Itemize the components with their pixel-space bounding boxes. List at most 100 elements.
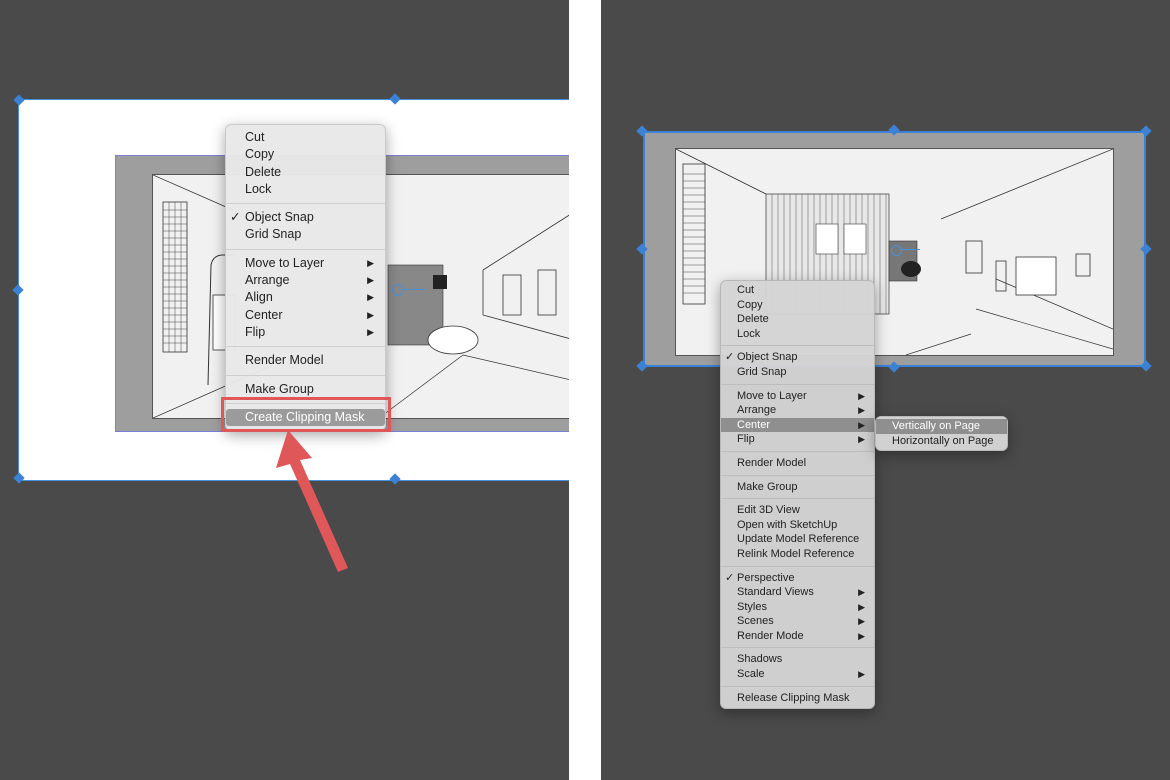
menu-separator <box>721 565 874 567</box>
menu-item-grid-snap[interactable]: Grid Snap <box>721 365 874 380</box>
menu-item-flip[interactable]: Flip ▶ <box>721 432 874 447</box>
menu-item-copy[interactable]: Copy <box>721 298 874 313</box>
menu-separator <box>226 346 385 348</box>
menu-item-scenes[interactable]: Scenes ▶ <box>721 614 874 629</box>
menu-item-render-model[interactable]: Render Model <box>721 456 874 471</box>
menu-item-edit-3d-view[interactable]: Edit 3D View <box>721 503 874 518</box>
menu-item-object-snap[interactable]: ✓ Object Snap <box>721 350 874 365</box>
panel-divider <box>569 0 601 780</box>
menu-item-flip[interactable]: Flip ▶ <box>226 324 385 341</box>
menu-item-label: Make Group <box>245 381 314 396</box>
menu-separator <box>226 248 385 250</box>
menu-item-horizontally-on-page[interactable]: Horizontally on Page <box>876 434 1007 449</box>
menu-item-label: Object Snap <box>245 210 314 225</box>
sketchup-model-viewport[interactable] <box>643 131 1146 367</box>
submenu-arrow-icon: ▶ <box>367 309 374 320</box>
model-anchor-line <box>900 249 920 250</box>
menu-separator <box>226 374 385 376</box>
submenu-arrow-icon: ▶ <box>858 616 865 627</box>
menu-item-label: Flip <box>737 433 755 446</box>
menu-item-label: Edit 3D View <box>737 504 800 517</box>
checkmark-icon: ✓ <box>230 210 241 225</box>
menu-item-center[interactable]: Center ▶ <box>721 417 874 433</box>
menu-item-label: Shadows <box>737 653 783 666</box>
menu-separator <box>721 474 874 476</box>
menu-item-cut[interactable]: Cut <box>226 129 385 146</box>
menu-separator <box>226 203 385 205</box>
menu-item-label: Relink Model Reference <box>737 547 855 560</box>
submenu-arrow-icon: ▶ <box>367 275 374 286</box>
menu-item-label: Align <box>245 290 273 305</box>
model-anchor-crosshair[interactable] <box>891 245 902 256</box>
menu-item-delete[interactable]: Delete <box>721 312 874 327</box>
submenu-arrow-icon: ▶ <box>367 257 374 268</box>
menu-item-arrange[interactable]: Arrange ▶ <box>721 403 874 418</box>
checkmark-icon: ✓ <box>725 571 735 584</box>
menu-item-standard-views[interactable]: Standard Views ▶ <box>721 585 874 600</box>
submenu-arrow-icon: ▶ <box>858 390 865 401</box>
menu-item-render-model[interactable]: Render Model <box>226 352 385 369</box>
selection-handle[interactable] <box>13 472 25 484</box>
menu-item-label: Move to Layer <box>737 389 807 402</box>
menu-item-update-model-reference[interactable]: Update Model Reference <box>721 532 874 547</box>
menu-item-cut[interactable]: Cut <box>721 283 874 298</box>
menu-item-label: Release Clipping Mask <box>737 691 850 704</box>
menu-item-move-to-layer[interactable]: Move to Layer ▶ <box>226 255 385 272</box>
menu-item-label: Render Model <box>737 456 807 469</box>
menu-item-open-with-sketchup[interactable]: Open with SketchUp <box>721 518 874 533</box>
left-screenshot-panel: Cut Copy Delete Lock ✓ Object Snap Grid Snap Mo… <box>0 0 569 780</box>
menu-item-label: Scenes <box>737 615 774 628</box>
menu-item-render-mode[interactable]: Render Mode ▶ <box>721 629 874 644</box>
menu-item-align[interactable]: Align ▶ <box>226 289 385 306</box>
menu-item-label: Object Snap <box>737 351 798 364</box>
menu-item-label: Flip <box>245 324 266 339</box>
menu-item-shadows[interactable]: Shadows <box>721 652 874 667</box>
menu-item-label: Copy <box>245 147 275 162</box>
selection-handle[interactable] <box>13 94 25 106</box>
submenu-arrow-icon: ▶ <box>858 434 865 445</box>
menu-item-copy[interactable]: Copy <box>226 146 385 163</box>
menu-item-lock[interactable]: Lock <box>721 327 874 342</box>
submenu-arrow-icon: ▶ <box>858 601 865 612</box>
context-menu: Cut Copy Delete Lock ✓ Object Snap Grid Snap Mo… <box>225 124 386 432</box>
model-anchor-crosshair[interactable] <box>392 284 404 296</box>
menu-item-label: Perspective <box>737 571 795 584</box>
menu-item-vertically-on-page[interactable]: Vertically on Page <box>876 419 1007 434</box>
menu-item-label: Lock <box>245 181 272 196</box>
menu-item-make-group[interactable]: Make Group <box>721 480 874 495</box>
menu-item-make-group[interactable]: Make Group <box>226 381 385 398</box>
menu-item-label: Vertically on Page <box>892 420 981 432</box>
menu-item-label: Standard Views <box>737 586 814 599</box>
selection-handle[interactable] <box>12 284 24 296</box>
menu-item-styles[interactable]: Styles ▶ <box>721 600 874 615</box>
menu-item-lock[interactable]: Lock <box>226 181 385 198</box>
menu-item-perspective[interactable]: ✓ Perspective <box>721 571 874 586</box>
menu-item-label: Grid Snap <box>737 365 787 378</box>
menu-item-center[interactable]: Center ▶ <box>226 307 385 324</box>
menu-item-relink-model-reference[interactable]: Relink Model Reference <box>721 547 874 562</box>
menu-item-object-snap[interactable]: ✓ Object Snap <box>226 209 385 226</box>
menu-separator <box>721 383 874 385</box>
menu-item-label: Styles <box>737 600 767 613</box>
menu-item-label: Delete <box>737 313 769 326</box>
context-menu: Cut Copy Delete Lock ✓ Object Snap Grid Snap Mo… <box>720 280 875 710</box>
menu-item-move-to-layer[interactable]: Move to Layer ▶ <box>721 389 874 404</box>
menu-separator <box>226 402 385 404</box>
selection-handle[interactable] <box>389 473 401 485</box>
menu-item-arrange[interactable]: Arrange ▶ <box>226 272 385 289</box>
menu-item-grid-snap[interactable]: Grid Snap <box>226 226 385 243</box>
menu-item-scale[interactable]: Scale ▶ <box>721 667 874 682</box>
menu-item-delete[interactable]: Delete <box>226 164 385 181</box>
menu-item-label: Move to Layer <box>245 255 325 270</box>
model-anchor-line <box>402 289 426 290</box>
menu-item-label: Lock <box>737 327 761 340</box>
selection-handle[interactable] <box>389 93 401 105</box>
annotation-arrow <box>276 430 348 572</box>
submenu-arrow-icon: ▶ <box>858 669 865 680</box>
menu-item-label: Update Model Reference <box>737 533 860 546</box>
menu-item-label: Grid Snap <box>245 227 302 242</box>
submenu-arrow-icon: ▶ <box>367 292 374 303</box>
submenu-arrow-icon: ▶ <box>858 587 865 598</box>
menu-item-release-clipping-mask[interactable]: Release Clipping Mask <box>721 691 874 706</box>
menu-item-label: Copy <box>737 298 763 311</box>
